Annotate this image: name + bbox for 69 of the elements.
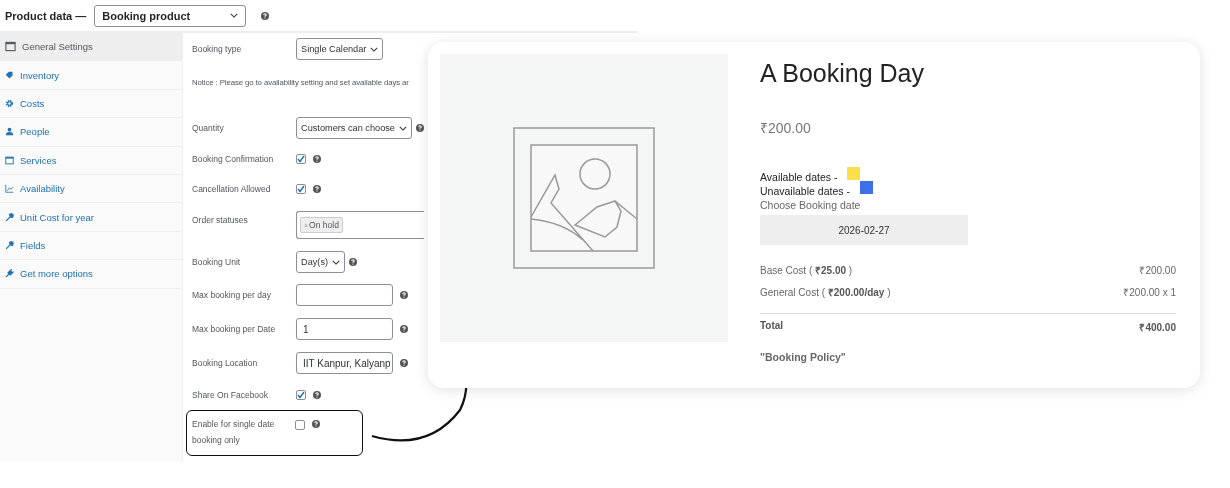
sidebar-item[interactable]: People xyxy=(0,118,182,147)
total-amount: ₹400.00 xyxy=(1139,321,1176,334)
gear-icon xyxy=(5,98,14,108)
booking-policy: "Booking Policy" xyxy=(760,351,847,363)
help-icon[interactable] xyxy=(400,359,408,367)
sidebar-item[interactable]: Inventory xyxy=(0,61,182,90)
select-field[interactable]: Day(s) xyxy=(296,251,346,273)
field-label: Max booking per Date xyxy=(192,324,277,334)
wrench-icon xyxy=(5,212,14,222)
field-label: Quantity xyxy=(192,123,225,133)
total-label: Total xyxy=(760,320,784,333)
help-icon[interactable] xyxy=(349,258,358,266)
sidebar-item[interactable]: Costs xyxy=(0,89,182,119)
window-icon xyxy=(5,41,16,53)
date-label: Choose Booking date xyxy=(760,199,862,211)
help-icon[interactable] xyxy=(312,420,320,428)
field-label: Order statuses xyxy=(192,214,249,225)
help-icon[interactable] xyxy=(313,185,321,193)
help-icon[interactable] xyxy=(313,155,321,163)
product-price: ₹200.00 xyxy=(760,119,812,137)
sidebar-item[interactable]: General Settings xyxy=(0,33,182,62)
caret-icon xyxy=(370,46,379,52)
help-icon[interactable] xyxy=(400,291,408,299)
select-field[interactable]: Single Calendar xyxy=(296,38,384,60)
field-label: Cancellation Allowed xyxy=(192,184,272,194)
cost-amount: ₹200.00 xyxy=(1139,264,1176,277)
select-field[interactable]: Customers can choose xyxy=(296,117,412,139)
cost-label: General Cost ( ₹200.00/day ) xyxy=(760,286,891,299)
field-label: Booking Location xyxy=(192,358,259,368)
wrench-icon xyxy=(5,240,14,250)
field-label: Share On Facebook xyxy=(192,390,270,400)
chart-icon xyxy=(5,184,14,194)
input-field[interactable]: IIT Kanpur, Kalyanp xyxy=(296,352,393,374)
help-icon[interactable] xyxy=(400,325,408,333)
checkbox[interactable] xyxy=(296,390,306,400)
panel-title: Product data — xyxy=(5,9,87,22)
image-placeholder-icon xyxy=(513,127,655,269)
caret-icon xyxy=(230,13,239,18)
help-icon[interactable] xyxy=(313,391,321,399)
window-icon xyxy=(5,155,14,165)
field-label: Max booking per day xyxy=(192,290,272,300)
sidebar-item[interactable]: Unit Cost for year xyxy=(0,203,182,232)
plug-icon xyxy=(5,269,14,279)
legend-label: Unavailable dates - xyxy=(760,185,850,197)
checkbox[interactable] xyxy=(296,154,306,164)
checkbox[interactable] xyxy=(296,184,306,194)
help-icon[interactable] xyxy=(261,11,270,20)
legend-label: Available dates - xyxy=(760,171,838,183)
field-label: Booking type xyxy=(192,44,243,54)
input-field[interactable]: 1 xyxy=(296,318,393,340)
field-label: Enable for single date booking only xyxy=(192,418,276,447)
caret-icon xyxy=(398,125,407,131)
help-icon[interactable] xyxy=(415,124,424,132)
sidebar-item[interactable]: Get more options xyxy=(0,260,182,289)
person-icon xyxy=(5,127,14,137)
caret-icon xyxy=(332,259,341,265)
date-field[interactable]: 2026-02-27 xyxy=(760,215,968,245)
input-field[interactable] xyxy=(296,284,393,306)
field-label: Booking Unit xyxy=(192,257,242,267)
cost-amount: ₹200.00 x 1 xyxy=(1123,286,1176,299)
checkbox[interactable] xyxy=(295,420,305,430)
sidebar-item[interactable]: Fields xyxy=(0,231,182,261)
cost-label: Base Cost ( ₹25.00 ) xyxy=(760,264,853,277)
field-label: Booking Confirmation xyxy=(192,154,275,164)
product-type-select[interactable]: Booking product xyxy=(94,4,247,27)
product-title: A Booking Day xyxy=(760,59,925,88)
tag-icon xyxy=(5,70,14,80)
sidebar-item[interactable]: Services xyxy=(0,146,182,175)
sidebar-item[interactable]: Availability xyxy=(0,174,182,204)
